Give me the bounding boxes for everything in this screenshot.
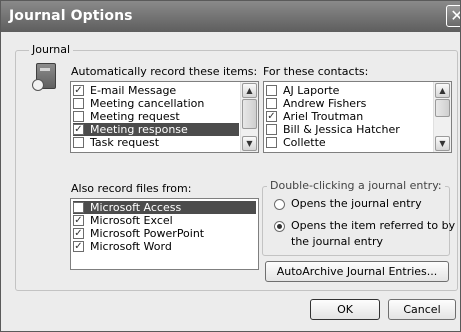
auto-record-list[interactable]: ✓ E-mail Message Meeting cancellation Me… <box>70 81 259 153</box>
scroll-thumb[interactable] <box>435 99 450 117</box>
list-item[interactable]: ✓ Microsoft Excel <box>73 214 256 227</box>
list-item[interactable]: Task request <box>73 136 256 149</box>
checkbox[interactable] <box>73 98 84 109</box>
list-item-label: AJ Laporte <box>283 84 340 97</box>
checkbox[interactable]: ✓ <box>266 111 277 122</box>
scrollbar[interactable]: ▲ ▼ <box>240 82 258 152</box>
window-title: Journal Options <box>9 8 133 24</box>
list-item[interactable]: ✓ Ariel Troutman <box>266 110 449 123</box>
scroll-up-icon[interactable]: ▲ <box>242 83 257 98</box>
list-item[interactable]: Meeting cancellation <box>73 97 256 110</box>
list-item-label: Meeting response <box>90 123 188 136</box>
checkbox[interactable] <box>266 98 277 109</box>
radio-label[interactable]: Opens the item referred to by <box>291 219 455 232</box>
journal-icon <box>32 63 56 91</box>
list-item[interactable]: Andrew Fishers <box>266 97 449 110</box>
list-item-label: Microsoft PowerPoint <box>90 227 205 240</box>
scroll-down-icon[interactable]: ▼ <box>242 136 257 151</box>
radio-opens-journal-entry[interactable] <box>274 199 285 210</box>
autoarchive-button[interactable]: AutoArchive Journal Entries... <box>265 261 449 282</box>
contacts-list[interactable]: AJ Laporte Andrew Fishers ✓ Ariel Troutm… <box>263 81 452 153</box>
record-files-label: Also record files from: <box>71 182 192 195</box>
checkbox[interactable] <box>266 137 277 148</box>
list-item[interactable]: ✓ Microsoft Word <box>73 240 256 253</box>
record-files-list[interactable]: Microsoft Access ✓ Microsoft Excel ✓ Mic… <box>70 198 259 270</box>
checkbox[interactable] <box>73 111 84 122</box>
checkbox[interactable]: ✓ <box>73 241 84 252</box>
list-item-label: Andrew Fishers <box>283 97 367 110</box>
journal-options-dialog: Journal Options ✕ Journal Automatically … <box>0 0 461 332</box>
list-item-label: Meeting request <box>90 110 180 123</box>
scroll-thumb[interactable] <box>242 99 257 129</box>
list-item-label: Bill & Jessica Hatcher <box>283 123 400 136</box>
cancel-button[interactable]: Cancel <box>388 299 456 320</box>
checkbox[interactable]: ✓ <box>73 228 84 239</box>
list-item-label: Microsoft Word <box>90 240 172 253</box>
journal-group-label: Journal <box>29 43 74 56</box>
checkbox[interactable] <box>266 85 277 96</box>
list-item[interactable]: ✓ E-mail Message <box>73 84 256 97</box>
list-item[interactable]: Bill & Jessica Hatcher <box>266 123 449 136</box>
close-button[interactable]: ✕ <box>446 5 460 27</box>
list-item-selected[interactable]: Microsoft Access <box>73 201 256 214</box>
list-item-label: Ariel Troutman <box>283 110 364 123</box>
radio-label[interactable]: Opens the journal entry <box>291 197 422 210</box>
list-item-label: Microsoft Excel <box>90 214 173 227</box>
auto-record-label: Automatically record these items: <box>71 65 258 78</box>
list-item-label: Meeting cancellation <box>90 97 205 110</box>
clock-icon <box>32 79 44 91</box>
double-click-label: Double-clicking a journal entry: <box>267 179 445 192</box>
scroll-down-icon[interactable]: ▼ <box>435 136 450 151</box>
checkbox[interactable] <box>73 202 84 213</box>
list-item-label: Collette <box>283 136 326 149</box>
list-item-label: E-mail Message <box>90 84 177 97</box>
checkbox[interactable] <box>266 124 277 135</box>
checkbox[interactable] <box>73 137 84 148</box>
list-item[interactable]: ✓ Microsoft PowerPoint <box>73 227 256 240</box>
checkbox[interactable]: ✓ <box>73 124 84 135</box>
radio-label-continued[interactable]: the journal entry <box>291 235 383 248</box>
list-item-selected[interactable]: ✓ Meeting response <box>73 123 239 136</box>
list-item-label: Task request <box>90 136 160 149</box>
contacts-label: For these contacts: <box>263 65 369 78</box>
list-item-label: Microsoft Access <box>90 201 182 214</box>
list-item[interactable]: Collette <box>266 136 449 149</box>
scrollbar[interactable]: ▲ ▼ <box>433 82 451 152</box>
radio-opens-referred-item[interactable] <box>274 221 285 232</box>
checkbox[interactable]: ✓ <box>73 85 84 96</box>
list-item[interactable]: AJ Laporte <box>266 84 449 97</box>
scroll-up-icon[interactable]: ▲ <box>435 83 450 98</box>
checkbox[interactable]: ✓ <box>73 215 84 226</box>
ok-button[interactable]: OK <box>310 299 380 320</box>
title-bar[interactable]: Journal Options ✕ <box>1 1 460 32</box>
list-item[interactable]: Meeting request <box>73 110 256 123</box>
